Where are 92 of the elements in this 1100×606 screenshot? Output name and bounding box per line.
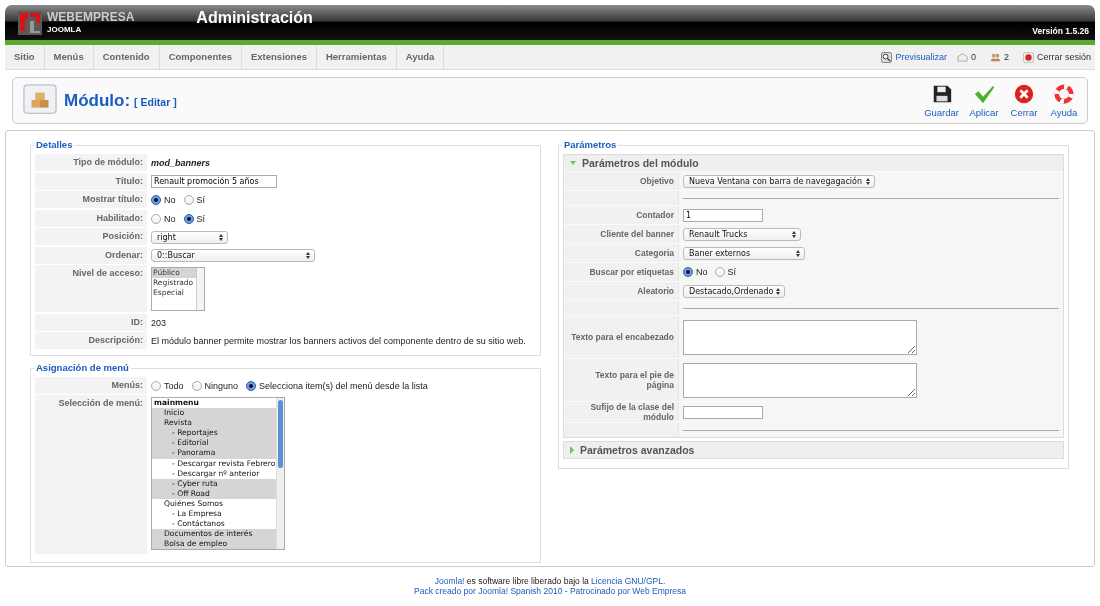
- menu-item[interactable]: Ayuda: [396, 45, 445, 69]
- field-label: Posición:: [35, 228, 147, 246]
- menu-item[interactable]: Extensiones: [242, 45, 317, 69]
- field-label: Cliente del banner: [564, 225, 679, 243]
- field-label: Sufijo de la clase del módulo: [564, 402, 679, 422]
- field-label: Buscar por etiquetas: [564, 263, 679, 281]
- radio-button[interactable]: [714, 267, 725, 277]
- field-label: Título:: [35, 172, 147, 191]
- field-label: Contador: [564, 206, 679, 224]
- close-icon: [1013, 83, 1035, 105]
- menu-list-box[interactable]: [151, 397, 285, 550]
- radio-button[interactable]: [183, 213, 194, 224]
- toolbar-button[interactable]: Aplicar: [965, 83, 1003, 118]
- footer-text: Joomla! es software libre liberado bajo la Licencia GNU/GPL.: [434, 576, 666, 586]
- section-title: Parámetros: [562, 139, 619, 150]
- input-field[interactable]: 1: [683, 208, 763, 222]
- page-title: Módulo:: [64, 90, 131, 111]
- radio-button[interactable]: [246, 380, 257, 391]
- footer-link[interactable]: Pack creado por Joomla! Spanish 2010 - Patrocinado por Web Empresa: [414, 586, 686, 596]
- field-label: Objetivo: [564, 172, 679, 190]
- page-subtitle: [ Editar ]: [134, 96, 177, 108]
- scrollbar[interactable]: [276, 398, 284, 549]
- menu-item[interactable]: Menús: [44, 45, 94, 69]
- field-label: Tipo de módulo:: [35, 154, 147, 172]
- radio-button[interactable]: [183, 195, 194, 205]
- text-area[interactable]: [683, 319, 917, 355]
- radio-label: Ninguno: [204, 380, 239, 391]
- field-label: ID:: [35, 313, 147, 332]
- field-label: Categoria: [564, 244, 679, 262]
- radio-label: Todo: [164, 380, 184, 391]
- select-field[interactable]: Renault Trucks: [683, 227, 801, 241]
- toolbar-button[interactable]: Ayuda: [1045, 83, 1083, 118]
- field-label: Menús:: [35, 376, 147, 395]
- select-field[interactable]: Baner externos: [683, 246, 805, 260]
- radio-button[interactable]: [191, 380, 202, 391]
- select-field[interactable]: Destacado,Ordenado: [683, 284, 785, 298]
- title-input[interactable]: Renault promoción 5 años: [151, 175, 277, 188]
- input-field[interactable]: [683, 405, 763, 419]
- lifebuoy-icon: [1053, 83, 1075, 105]
- field-value: El módulo banner permite mostrar los banners activos del componente dentro de su sitio web.: [151, 336, 526, 346]
- app-title: Administración: [196, 8, 313, 27]
- preview-link[interactable]: Previsualizar: [895, 52, 947, 62]
- field-label: Mostrar título:: [35, 191, 147, 209]
- radio-button[interactable]: [151, 195, 161, 205]
- field-label: Nivel de acceso:: [35, 265, 147, 313]
- users-icon: [989, 51, 1001, 63]
- radio-label: No: [164, 213, 176, 224]
- field-label: Ordenar:: [35, 246, 147, 265]
- radio-label: No: [696, 267, 708, 277]
- field-label: Texto para el encabezado: [564, 316, 679, 358]
- logo-name: WEBEMPRESA: [47, 9, 135, 24]
- select-field[interactable]: right: [151, 230, 228, 244]
- toolbar-button[interactable]: Cerrar: [1005, 83, 1043, 118]
- menu-item[interactable]: Componentes: [159, 45, 242, 69]
- section-title: Asignación de menú: [34, 361, 131, 373]
- field-value: 203: [151, 317, 167, 328]
- select-field[interactable]: Nueva Ventana con barra de navegagación: [683, 174, 875, 188]
- field-label: Aleatorio: [564, 282, 679, 300]
- version-label: Versión 1.5.26: [1032, 25, 1089, 36]
- menu-item[interactable]: Herramientas: [316, 45, 397, 69]
- logout-icon: [1022, 51, 1034, 63]
- logo-subtitle: JOOMLA: [47, 23, 83, 36]
- radio-button[interactable]: [151, 213, 161, 224]
- radio-label: Selecciona item(s) del menú desde la lista: [259, 380, 428, 391]
- menu-item[interactable]: Contenido: [93, 45, 160, 69]
- logout-link[interactable]: Cerrar sesión: [1036, 52, 1091, 62]
- field-label: Habilitado:: [35, 209, 147, 228]
- select-field[interactable]: 0::Buscar: [151, 249, 315, 262]
- search-icon: [881, 51, 893, 63]
- footer-link[interactable]: Licencia GNU/GPL.: [591, 576, 666, 586]
- scrollbar[interactable]: [196, 268, 204, 310]
- message-count: 0: [970, 52, 976, 62]
- check-icon: [973, 83, 995, 105]
- field-label: Descripción:: [35, 332, 147, 350]
- toolbar-button[interactable]: Guardar: [920, 83, 963, 118]
- field-label: Selección de menú:: [35, 395, 147, 555]
- logo-icon: [17, 9, 43, 36]
- radio-button[interactable]: [683, 267, 693, 277]
- user-count: 2: [1003, 52, 1009, 62]
- panel-header[interactable]: Parámetros avanzados: [564, 442, 1063, 458]
- radio-label: Sí: [196, 195, 206, 205]
- field-label: Texto para el pie de página: [564, 359, 679, 401]
- menu-item[interactable]: Sitio: [5, 45, 45, 69]
- section-title: Detalles: [34, 139, 75, 150]
- radio-label: No: [164, 195, 176, 205]
- radio-button[interactable]: [151, 380, 161, 391]
- text-area[interactable]: [683, 362, 917, 398]
- radio-label: Sí: [727, 267, 737, 277]
- radio-label: Sí: [196, 213, 206, 224]
- footer-link[interactable]: Joomla!: [434, 576, 465, 586]
- panel-header[interactable]: Parámetros del módulo: [564, 155, 1063, 171]
- field-value: mod_banners: [151, 158, 210, 168]
